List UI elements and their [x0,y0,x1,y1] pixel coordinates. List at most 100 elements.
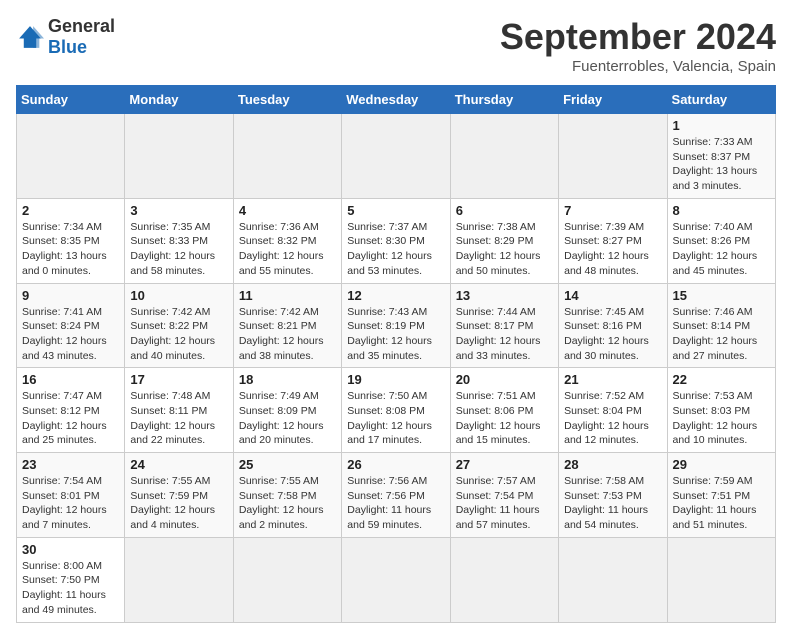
calendar-week-row: 1 Sunrise: 7:33 AM Sunset: 8:37 PM Dayli… [17,114,776,199]
day-info: Sunrise: 7:37 AM Sunset: 8:30 PM Dayligh… [347,220,444,279]
calendar-day-cell [667,537,775,622]
calendar-day-cell [342,114,450,199]
calendar-day-cell: 7 Sunrise: 7:39 AM Sunset: 8:27 PM Dayli… [559,198,667,283]
day-info: Sunrise: 7:45 AM Sunset: 8:16 PM Dayligh… [564,305,661,364]
calendar-day-cell [450,537,558,622]
header-monday: Monday [125,86,233,114]
day-info: Sunrise: 7:59 AM Sunset: 7:51 PM Dayligh… [673,474,770,533]
calendar-table: Sunday Monday Tuesday Wednesday Thursday… [16,85,776,623]
day-info: Sunrise: 7:46 AM Sunset: 8:14 PM Dayligh… [673,305,770,364]
logo-blue: Blue [48,37,87,57]
calendar-day-cell: 17 Sunrise: 7:48 AM Sunset: 8:11 PM Dayl… [125,368,233,453]
calendar-day-cell: 1 Sunrise: 7:33 AM Sunset: 8:37 PM Dayli… [667,114,775,199]
calendar-day-cell: 6 Sunrise: 7:38 AM Sunset: 8:29 PM Dayli… [450,198,558,283]
day-number: 3 [130,203,227,218]
calendar-week-row: 16 Sunrise: 7:47 AM Sunset: 8:12 PM Dayl… [17,368,776,453]
calendar-day-cell: 15 Sunrise: 7:46 AM Sunset: 8:14 PM Dayl… [667,283,775,368]
day-number: 18 [239,372,336,387]
calendar-day-cell [450,114,558,199]
calendar-day-cell: 24 Sunrise: 7:55 AM Sunset: 7:59 PM Dayl… [125,453,233,538]
calendar-day-cell: 28 Sunrise: 7:58 AM Sunset: 7:53 PM Dayl… [559,453,667,538]
calendar-week-row: 2 Sunrise: 7:34 AM Sunset: 8:35 PM Dayli… [17,198,776,283]
calendar-day-cell: 8 Sunrise: 7:40 AM Sunset: 8:26 PM Dayli… [667,198,775,283]
calendar-day-cell: 2 Sunrise: 7:34 AM Sunset: 8:35 PM Dayli… [17,198,125,283]
calendar-week-row: 9 Sunrise: 7:41 AM Sunset: 8:24 PM Dayli… [17,283,776,368]
calendar-day-cell: 16 Sunrise: 7:47 AM Sunset: 8:12 PM Dayl… [17,368,125,453]
day-number: 21 [564,372,661,387]
day-number: 5 [347,203,444,218]
calendar-day-cell [233,537,341,622]
header-thursday: Thursday [450,86,558,114]
calendar-day-cell: 22 Sunrise: 7:53 AM Sunset: 8:03 PM Dayl… [667,368,775,453]
title-area: September 2024 Fuenterrobles, Valencia, … [500,16,776,75]
calendar-day-cell: 30 Sunrise: 8:00 AM Sunset: 7:50 PM Dayl… [17,537,125,622]
header-friday: Friday [559,86,667,114]
day-number: 25 [239,457,336,472]
calendar-day-cell: 10 Sunrise: 7:42 AM Sunset: 8:22 PM Dayl… [125,283,233,368]
calendar-day-cell: 23 Sunrise: 7:54 AM Sunset: 8:01 PM Dayl… [17,453,125,538]
calendar-day-cell: 26 Sunrise: 7:56 AM Sunset: 7:56 PM Dayl… [342,453,450,538]
day-info: Sunrise: 7:52 AM Sunset: 8:04 PM Dayligh… [564,389,661,448]
day-info: Sunrise: 7:55 AM Sunset: 7:58 PM Dayligh… [239,474,336,533]
day-info: Sunrise: 7:57 AM Sunset: 7:54 PM Dayligh… [456,474,553,533]
day-number: 11 [239,288,336,303]
logo: General Blue [16,16,115,58]
day-info: Sunrise: 7:39 AM Sunset: 8:27 PM Dayligh… [564,220,661,279]
calendar-day-cell [342,537,450,622]
calendar-day-cell: 9 Sunrise: 7:41 AM Sunset: 8:24 PM Dayli… [17,283,125,368]
header-wednesday: Wednesday [342,86,450,114]
day-number: 24 [130,457,227,472]
day-info: Sunrise: 7:41 AM Sunset: 8:24 PM Dayligh… [22,305,119,364]
day-number: 29 [673,457,770,472]
day-info: Sunrise: 7:40 AM Sunset: 8:26 PM Dayligh… [673,220,770,279]
month-title: September 2024 [500,16,776,58]
day-info: Sunrise: 7:35 AM Sunset: 8:33 PM Dayligh… [130,220,227,279]
calendar-day-cell: 25 Sunrise: 7:55 AM Sunset: 7:58 PM Dayl… [233,453,341,538]
day-info: Sunrise: 7:47 AM Sunset: 8:12 PM Dayligh… [22,389,119,448]
calendar-day-cell: 20 Sunrise: 7:51 AM Sunset: 8:06 PM Dayl… [450,368,558,453]
day-number: 4 [239,203,336,218]
calendar-day-cell: 14 Sunrise: 7:45 AM Sunset: 8:16 PM Dayl… [559,283,667,368]
calendar-day-cell: 21 Sunrise: 7:52 AM Sunset: 8:04 PM Dayl… [559,368,667,453]
calendar-day-cell: 11 Sunrise: 7:42 AM Sunset: 8:21 PM Dayl… [233,283,341,368]
day-info: Sunrise: 7:36 AM Sunset: 8:32 PM Dayligh… [239,220,336,279]
day-number: 16 [22,372,119,387]
day-number: 22 [673,372,770,387]
day-info: Sunrise: 7:49 AM Sunset: 8:09 PM Dayligh… [239,389,336,448]
day-number: 20 [456,372,553,387]
calendar-week-row: 23 Sunrise: 7:54 AM Sunset: 8:01 PM Dayl… [17,453,776,538]
day-info: Sunrise: 7:56 AM Sunset: 7:56 PM Dayligh… [347,474,444,533]
calendar-day-cell: 29 Sunrise: 7:59 AM Sunset: 7:51 PM Dayl… [667,453,775,538]
day-number: 12 [347,288,444,303]
location: Fuenterrobles, Valencia, Spain [500,58,776,75]
day-number: 17 [130,372,227,387]
day-info: Sunrise: 7:44 AM Sunset: 8:17 PM Dayligh… [456,305,553,364]
day-info: Sunrise: 7:55 AM Sunset: 7:59 PM Dayligh… [130,474,227,533]
day-number: 7 [564,203,661,218]
day-number: 30 [22,542,119,557]
day-number: 14 [564,288,661,303]
calendar-day-cell: 13 Sunrise: 7:44 AM Sunset: 8:17 PM Dayl… [450,283,558,368]
header-saturday: Saturday [667,86,775,114]
calendar-day-cell: 5 Sunrise: 7:37 AM Sunset: 8:30 PM Dayli… [342,198,450,283]
day-info: Sunrise: 7:33 AM Sunset: 8:37 PM Dayligh… [673,135,770,194]
day-number: 10 [130,288,227,303]
day-number: 9 [22,288,119,303]
weekday-header-row: Sunday Monday Tuesday Wednesday Thursday… [17,86,776,114]
day-info: Sunrise: 7:42 AM Sunset: 8:22 PM Dayligh… [130,305,227,364]
header-sunday: Sunday [17,86,125,114]
calendar-day-cell: 27 Sunrise: 7:57 AM Sunset: 7:54 PM Dayl… [450,453,558,538]
day-number: 26 [347,457,444,472]
logo-icon [16,23,44,51]
day-info: Sunrise: 8:00 AM Sunset: 7:50 PM Dayligh… [22,559,119,618]
day-info: Sunrise: 7:34 AM Sunset: 8:35 PM Dayligh… [22,220,119,279]
day-info: Sunrise: 7:54 AM Sunset: 8:01 PM Dayligh… [22,474,119,533]
day-info: Sunrise: 7:48 AM Sunset: 8:11 PM Dayligh… [130,389,227,448]
calendar-day-cell [559,537,667,622]
day-info: Sunrise: 7:51 AM Sunset: 8:06 PM Dayligh… [456,389,553,448]
day-info: Sunrise: 7:38 AM Sunset: 8:29 PM Dayligh… [456,220,553,279]
day-number: 23 [22,457,119,472]
logo-general: General [48,16,115,36]
day-number: 2 [22,203,119,218]
day-info: Sunrise: 7:42 AM Sunset: 8:21 PM Dayligh… [239,305,336,364]
